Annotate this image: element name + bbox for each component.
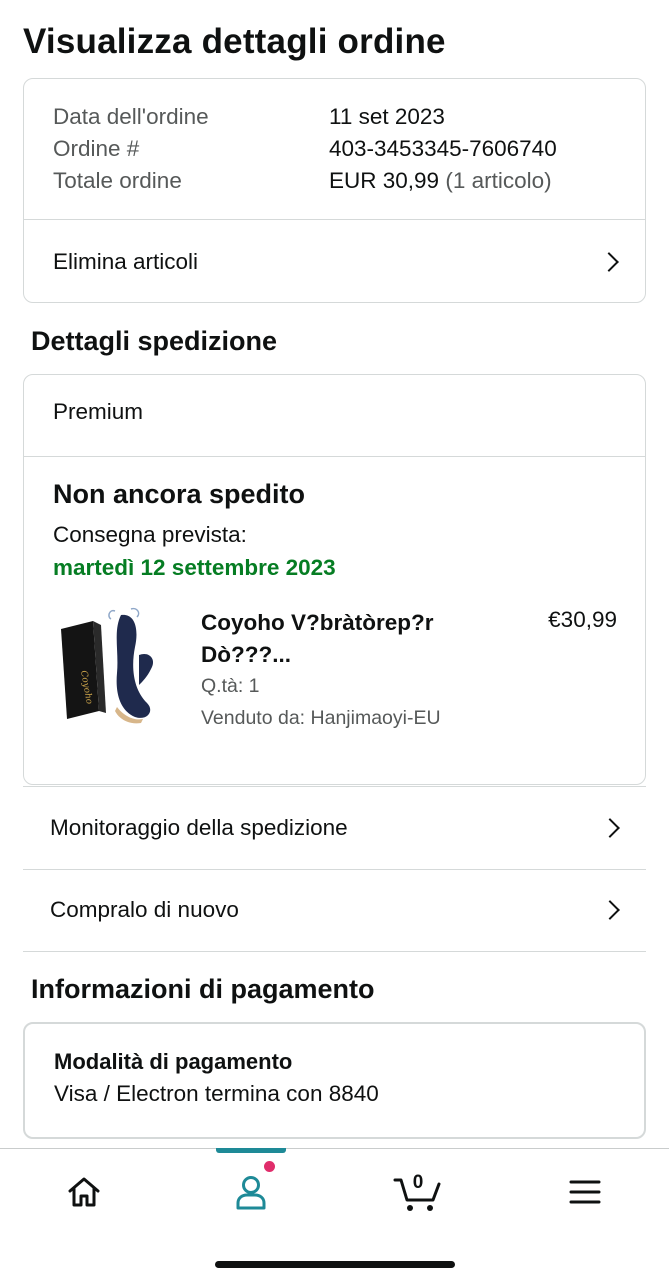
person-icon <box>236 1176 266 1210</box>
buy-again-label: Compralo di nuovo <box>50 897 239 922</box>
tab-account[interactable] <box>211 1167 291 1217</box>
tab-home[interactable] <box>44 1167 124 1217</box>
product-title-line-1: Coyoho V?bràtòrep?r <box>201 610 434 635</box>
order-total-note: (1 articolo) <box>445 168 552 193</box>
home-indicator <box>215 1261 455 1268</box>
remove-items-label: Elimina articoli <box>53 248 199 274</box>
tab-menu[interactable] <box>545 1167 625 1217</box>
order-summary-card: Data dell'ordine 11 set 2023 Ordine # 40… <box>23 78 646 303</box>
track-package-row[interactable]: Monitoraggio della spedizione <box>23 787 646 869</box>
payment-method-card: Modalità di pagamento Visa / Electron te… <box>23 1022 646 1139</box>
order-date-label: Data dell'ordine <box>53 104 209 129</box>
payment-method-value: Visa / Electron termina con 8840 <box>54 1081 379 1106</box>
delivery-estimate-date: martedì 12 settembre 2023 <box>53 555 336 580</box>
order-total-row: Totale ordine EUR 30,99 (1 articolo) <box>53 165 552 198</box>
page-title: Visualizza dettagli ordine <box>23 22 446 61</box>
cart-count: 0 <box>412 1172 424 1193</box>
order-total-label: Totale ordine <box>53 168 182 193</box>
active-tab-indicator <box>216 1148 286 1153</box>
order-total-value: EUR 30,99 <box>329 168 440 193</box>
product-title[interactable]: Coyoho V?bràtòrep?r Dò???... <box>201 607 491 671</box>
home-icon <box>68 1177 100 1207</box>
delivery-estimate-label: Consegna prevista: <box>53 522 247 547</box>
product-seller: Venduto da: Hanjimaoyi-EU <box>201 707 441 729</box>
divider <box>23 951 646 952</box>
shipping-service: Premium <box>53 399 144 424</box>
order-total-value-wrap: EUR 30,99 (1 articolo) <box>329 165 552 198</box>
payment-heading: Informazioni di pagamento <box>31 974 375 1004</box>
shipment-status: Non ancora spedito <box>53 479 306 509</box>
product-quantity: Q.tà: 1 <box>201 675 260 697</box>
product-title-line-2: Dò???... <box>201 642 291 667</box>
remove-items-row[interactable]: Elimina articoli <box>24 220 645 302</box>
shipment-card: Premium Non ancora spedito Consegna prev… <box>23 374 646 785</box>
bottom-tab-bar: 0 <box>0 1148 669 1280</box>
order-number-value: 403-3453345-7606740 <box>329 136 557 161</box>
track-package-label: Monitoraggio della spedizione <box>50 815 348 840</box>
order-date-row: Data dell'ordine 11 set 2023 <box>53 101 445 134</box>
menu-icon <box>569 1180 601 1204</box>
chevron-right-icon <box>600 818 620 838</box>
product-price: €30,99 <box>548 607 617 632</box>
product-thumbnail[interactable]: Coyoho <box>51 607 161 727</box>
chevron-right-icon <box>600 900 620 920</box>
shipping-heading: Dettagli spedizione <box>31 326 278 356</box>
chevron-right-icon <box>599 251 619 272</box>
payment-method-title: Modalità di pagamento <box>54 1049 293 1074</box>
buy-again-row[interactable]: Compralo di nuovo <box>23 869 646 951</box>
tab-cart[interactable]: 0 <box>378 1167 458 1217</box>
order-date-value: 11 set 2023 <box>329 104 445 129</box>
order-number-label: Ordine # <box>53 136 140 161</box>
notification-dot <box>264 1161 275 1172</box>
divider <box>24 456 645 457</box>
cart-icon-wrap: 0 <box>393 1170 443 1214</box>
order-number-row: Ordine # 403-3453345-7606740 <box>53 133 557 166</box>
